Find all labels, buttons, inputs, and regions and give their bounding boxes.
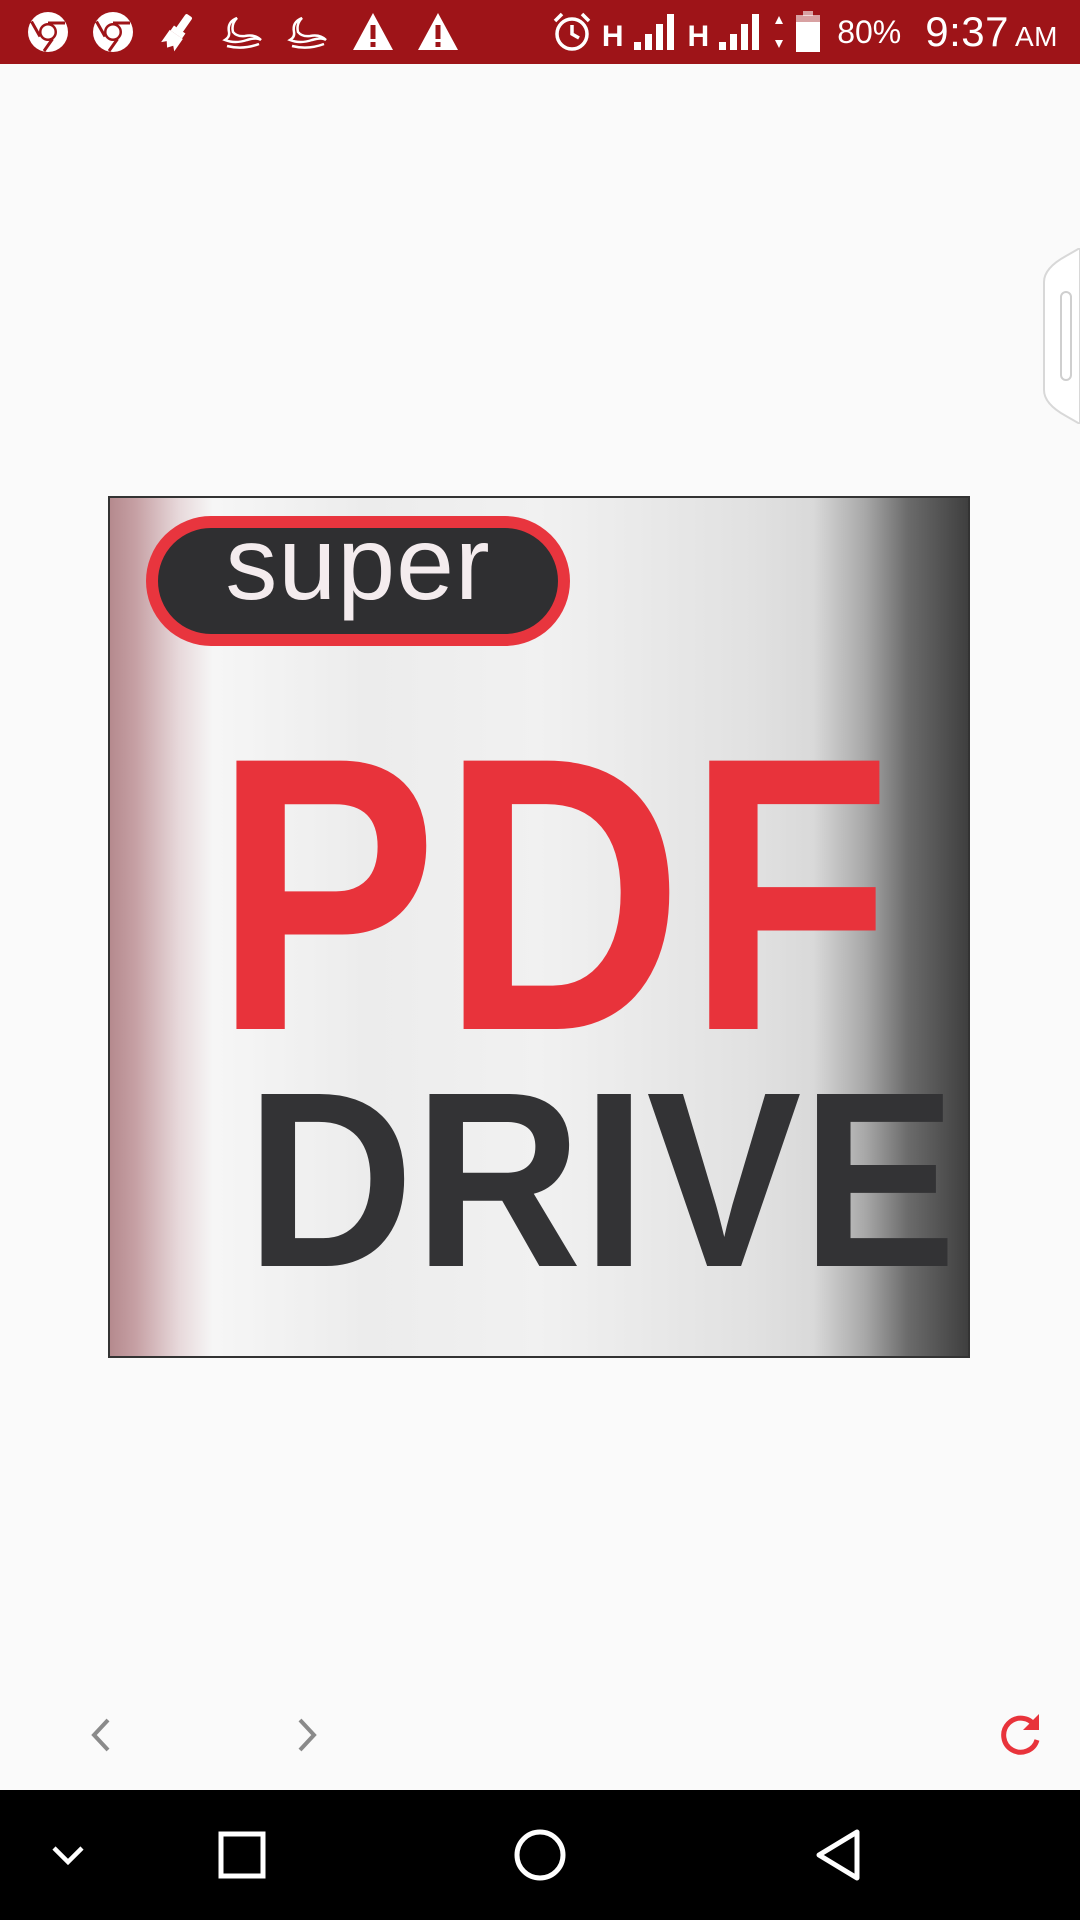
bird-icon <box>222 16 262 49</box>
clock-time: 9:37 <box>925 8 1009 55</box>
refresh-icon <box>1001 1714 1040 1755</box>
warning-icon <box>353 13 393 50</box>
badge-text: super <box>225 506 491 622</box>
edge-panel-handle[interactable] <box>1040 248 1080 424</box>
recents-button[interactable] <box>202 1815 282 1895</box>
super-badge: super <box>146 512 570 646</box>
navigation-bar <box>0 1790 1080 1920</box>
system-status: H H 80% 9:37 AM <box>552 8 1058 56</box>
notification-icons <box>26 10 460 54</box>
warning-icon <box>418 13 458 50</box>
chevron-down-icon <box>52 1846 84 1866</box>
battery-percentage: 80% <box>837 13 902 50</box>
signal-icon <box>633 14 674 50</box>
circle-icon <box>514 1829 566 1881</box>
clock: 9:37 AM <box>925 8 1058 56</box>
square-icon <box>218 1831 266 1879</box>
chrome-icon <box>28 12 68 52</box>
screen: H H 80% 9:37 AM super PDF DRIVE <box>0 0 1080 1920</box>
network-type-label: H <box>687 20 710 53</box>
back-button[interactable] <box>66 1700 136 1770</box>
chevron-left-icon <box>91 1718 110 1752</box>
nav-back-button[interactable] <box>798 1815 878 1895</box>
chrome-icon <box>93 12 133 52</box>
refresh-button[interactable] <box>985 1700 1055 1770</box>
super-pdf-drive-logo: super PDF DRIVE <box>108 496 970 1358</box>
logo-drive-text: DRIVE <box>246 1040 957 1319</box>
paintbrush-icon <box>161 14 192 52</box>
bottom-toolbar <box>0 1680 1080 1790</box>
forward-button[interactable] <box>272 1700 342 1770</box>
battery-icon <box>796 11 821 52</box>
logo-pdf-text: PDF <box>214 676 896 1112</box>
home-button[interactable] <box>500 1815 580 1895</box>
network-type-label: H <box>601 20 624 53</box>
status-bar: H H 80% 9:37 AM <box>0 0 1080 64</box>
triangle-back-icon <box>816 1829 860 1881</box>
bird-icon <box>287 16 327 49</box>
data-transfer-icon <box>775 16 784 48</box>
clock-ampm: AM <box>1015 21 1058 52</box>
signal-icon <box>719 14 760 50</box>
chevron-right-icon <box>298 1718 317 1752</box>
alarm-icon <box>553 12 591 51</box>
collapse-button[interactable] <box>28 1815 108 1895</box>
